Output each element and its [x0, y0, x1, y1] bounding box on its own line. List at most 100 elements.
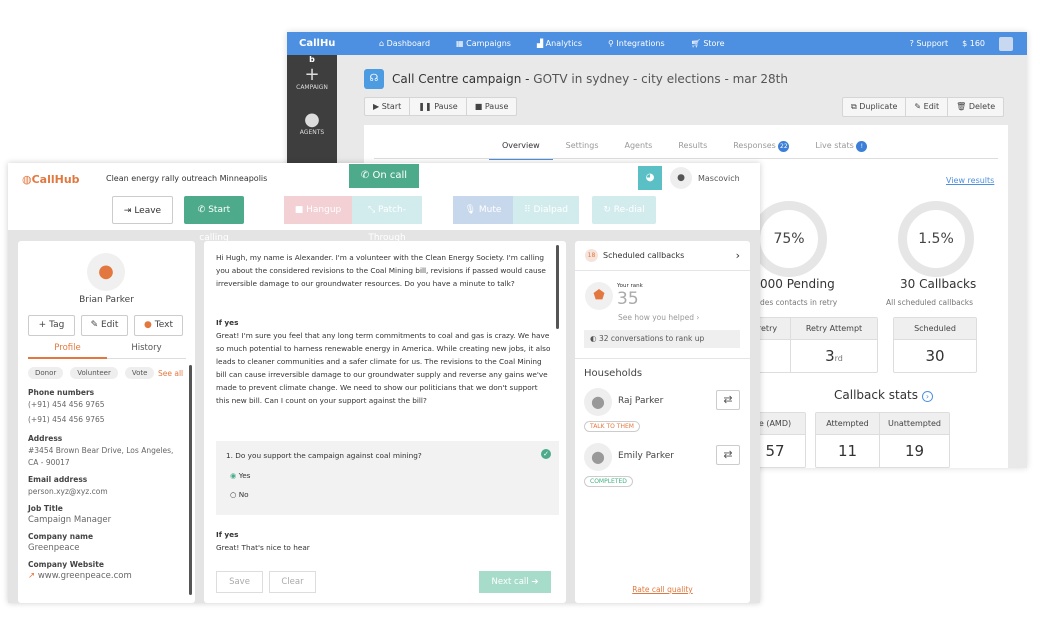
nav-dashboard[interactable]: ⌂ Dashboard	[379, 39, 430, 48]
field-label: Company name	[28, 532, 94, 541]
pause-button[interactable]: ❚❚ Pause	[410, 98, 467, 115]
chip-volunteer: Volunteer	[70, 367, 118, 379]
patch-through-button[interactable]: ⤡ Patch-Through	[352, 196, 422, 243]
avatar[interactable]	[999, 36, 1013, 51]
nav-integrations[interactable]: ⚲ Integrations	[608, 39, 665, 48]
external-link-icon: ↗	[28, 571, 36, 581]
stop-button[interactable]: ■ Pause	[467, 98, 517, 115]
agent-console-window: ◍CallHub Clean energy rally outreach Min…	[8, 163, 760, 603]
hangup-button[interactable]: ■ Hangup	[284, 196, 352, 224]
script-condition: If yes	[216, 318, 239, 327]
script-panel: Hi Hugh, my name is Alexander. I'm a vol…	[204, 241, 566, 603]
divider	[374, 158, 998, 159]
start-button[interactable]: ▶ Start	[365, 98, 411, 115]
scrollbar[interactable]	[189, 365, 192, 595]
tab-live-stats[interactable]: Live stats !	[802, 139, 880, 160]
chip-voter: Vote	[124, 367, 155, 379]
globe-icon[interactable]: ◕	[638, 166, 662, 190]
headset-icon: ☊	[364, 69, 384, 89]
start-calling-button[interactable]: ✆ Start calling	[184, 196, 244, 243]
field-label: Email address	[28, 475, 88, 484]
add-tag-button[interactable]: + Tag	[28, 315, 75, 336]
rank-up-info: ◐ 32 conversations to rank up	[584, 330, 740, 348]
next-call-button[interactable]: Next call ➔	[479, 571, 551, 593]
on-call-status: ✆ On call	[349, 164, 419, 188]
chip-donor: Donor	[28, 367, 64, 379]
user-menu[interactable]: ●Mascovich▼	[670, 167, 760, 189]
website-link[interactable]: ↗ www.greenpeace.com	[28, 571, 186, 581]
chevron-right-icon[interactable]: ›	[921, 391, 934, 402]
tab-results[interactable]: Results	[665, 139, 720, 160]
callhub-logo: ◍CallHub	[22, 173, 80, 186]
option-yes[interactable]: ◉ Yes	[230, 469, 250, 482]
delete-button[interactable]: 🗑︎ Delete	[948, 98, 1003, 116]
scrollbar[interactable]	[556, 245, 559, 329]
dialpad-button[interactable]: ⠿ Dialpad	[513, 196, 579, 224]
tab-settings[interactable]: Settings	[553, 139, 612, 160]
household-member-name: Raj Parker	[618, 396, 664, 406]
save-button[interactable]: Save	[216, 571, 263, 593]
contact-fields: Phone numbers (+91) 454 456 9765 (+91) 4…	[28, 388, 186, 581]
phone-number: (+91) 454 456 9765	[28, 400, 105, 409]
console-header: ◍CallHub Clean energy rally outreach Min…	[8, 163, 760, 243]
household-member-name: Emily Parker	[618, 451, 675, 461]
nav-analytics[interactable]: ▟ Analytics	[537, 39, 582, 48]
question-box: 1. Do you support the campaign against c…	[216, 441, 559, 515]
pending-title: 000 Pending	[760, 277, 835, 291]
edit-contact-button[interactable]: ✎ Edit	[81, 315, 128, 336]
page-title: ☊ Call Centre campaign - GOTV in sydney -…	[364, 69, 788, 89]
duplicate-button[interactable]: ⧉ Duplicate	[843, 98, 907, 116]
address: #3454 Brown Bear Drive, Los Angeles,	[28, 446, 174, 455]
tab-responses[interactable]: Responses 22	[720, 139, 802, 160]
view-results-link[interactable]: View results	[946, 176, 994, 185]
contact-avatar: ●	[87, 253, 125, 291]
callhub-logo: CallHu	[299, 38, 336, 49]
nav-campaigns[interactable]: ▦ Campaigns	[456, 39, 511, 48]
sidebar-item-campaign[interactable]: + CAMPAIGN	[287, 64, 337, 92]
scheduled-callbacks-row[interactable]: 18 Scheduled callbacks ›	[575, 241, 750, 271]
user-icon: ●	[670, 167, 692, 189]
tab-agents[interactable]: Agents	[611, 139, 665, 160]
clear-button[interactable]: Clear	[269, 571, 316, 593]
plus-icon: +	[304, 64, 320, 85]
job-title: Campaign Manager	[28, 515, 112, 525]
contact-name: Brian Parker	[79, 295, 134, 305]
callback-stats-title: Callback stats ›	[834, 388, 934, 402]
switch-contact-button[interactable]: ⇄	[716, 390, 740, 410]
script-paragraph: Great! That's nice to hear	[216, 543, 310, 552]
top-nav: CallHu ⌂ Dashboard ▦ Campaigns ▟ Analyti…	[287, 32, 1027, 55]
pending-ring: 75%	[751, 201, 827, 277]
edit-button[interactable]: ✎ Edit	[906, 98, 949, 116]
divider	[575, 358, 750, 359]
question-text: 1. Do you support the campaign against c…	[226, 451, 422, 460]
check-icon: ✓	[541, 449, 551, 459]
mute-button[interactable]: 🎙︎ Mute	[453, 196, 513, 224]
support-link[interactable]: ? Support	[910, 39, 948, 48]
tab-history[interactable]: History	[107, 343, 186, 359]
see-all-link[interactable]: See all	[158, 369, 183, 378]
sidebar-item-agents[interactable]: ● AGENTS	[287, 109, 337, 137]
logo-fragment: b	[309, 55, 315, 64]
switch-contact-button[interactable]: ⇄	[716, 445, 740, 465]
chevron-right-icon: ›	[735, 249, 740, 262]
address: CA - 90017	[28, 458, 70, 467]
pending-sub: des contacts in retry	[760, 298, 838, 307]
text-button[interactable]: ● Text	[134, 315, 183, 336]
option-no[interactable]: ○ No	[230, 488, 249, 501]
user-icon: ●	[304, 109, 320, 130]
attempt-stats: Attempted 11 Unattempted 19	[815, 412, 950, 468]
redial-button[interactable]: ↻ Re-dial	[592, 196, 656, 224]
tab-overview[interactable]: Overview	[489, 139, 553, 160]
nav-store[interactable]: 🛒︎ Store	[691, 39, 725, 48]
balance: $ 160	[962, 39, 985, 48]
user-icon: ●	[584, 443, 612, 471]
rank-value: 35	[617, 289, 639, 309]
retry-stats: retry Retry Attempt 3rd	[744, 317, 878, 373]
callbacks-title: 30 Callbacks	[900, 277, 977, 291]
tab-profile[interactable]: Profile	[28, 343, 107, 359]
see-how-you-helped-link[interactable]: See how you helped ›	[618, 313, 699, 322]
campaign-name: Clean energy rally outreach Minneapolis	[106, 174, 268, 183]
leave-button[interactable]: ⇥ Leave	[112, 196, 173, 224]
rate-call-quality-link[interactable]: Rate call quality	[575, 585, 750, 594]
rank-badge-icon: ⬟	[585, 282, 613, 310]
